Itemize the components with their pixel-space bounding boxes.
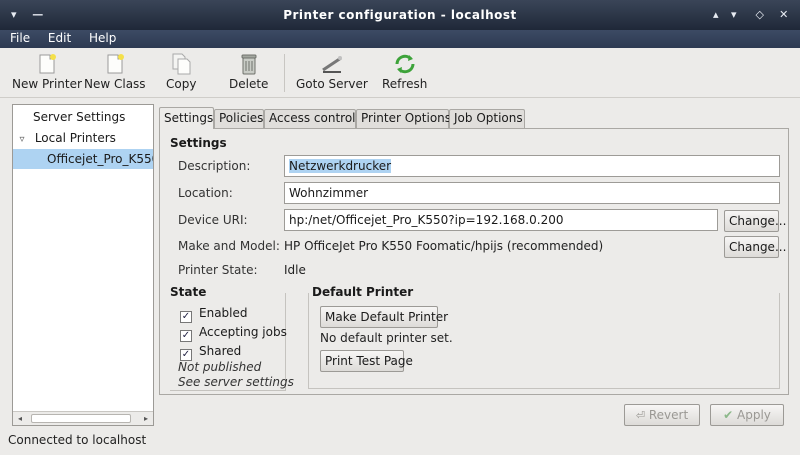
accepting-check-icon: ✓	[180, 330, 192, 342]
maximize-icon[interactable]: ◇	[752, 7, 768, 23]
menu-help[interactable]: Help	[89, 30, 116, 45]
menu-file[interactable]: File	[10, 30, 30, 45]
copy-button[interactable]: Copy	[166, 52, 196, 91]
enabled-checkbox[interactable]: ✓ Enabled	[180, 306, 248, 323]
revert-button[interactable]: ⏎ Revert	[624, 404, 700, 426]
settings-panel: Settings Description: Netzwerkdrucker Lo…	[159, 128, 789, 395]
printer-state-value: Idle	[284, 263, 306, 277]
title-bar: ▾ — Printer configuration - localhost ▴ …	[0, 0, 800, 30]
delete-button[interactable]: Delete	[229, 52, 268, 91]
tree-horizontal-scrollbar[interactable]: ◂ ▸	[13, 411, 153, 425]
device-uri-field[interactable]: hp:/net/Officejet_Pro_K550?ip=192.168.0.…	[284, 209, 718, 231]
new-class-button[interactable]: New Class	[84, 52, 146, 91]
location-label: Location:	[178, 186, 233, 200]
refresh-button[interactable]: Refresh	[382, 52, 427, 91]
tab-job-options[interactable]: Job Options	[449, 109, 525, 128]
menu-edit[interactable]: Edit	[48, 30, 71, 45]
scrollbar-thumb[interactable]	[31, 414, 131, 423]
revert-label: Revert	[648, 408, 689, 422]
accepting-jobs-label: Accepting jobs	[199, 325, 287, 339]
device-uri-label: Device URI:	[178, 213, 248, 227]
change-model-button[interactable]: Change...	[724, 236, 786, 258]
tree-item-server-settings[interactable]: Server Settings	[13, 107, 153, 127]
minimize-icon[interactable]: ▾	[726, 7, 742, 23]
tab-settings[interactable]: Settings	[159, 107, 214, 129]
see-server-settings-text: See server settings	[178, 375, 294, 389]
revert-icon: ⏎	[635, 409, 646, 422]
status-bar: Connected to localhost	[8, 433, 147, 447]
copy-icon	[172, 53, 191, 75]
shade-icon[interactable]: ▴	[708, 7, 724, 23]
printer-tree: Server Settings ▿ Local Printers Officej…	[12, 104, 154, 426]
tab-policies[interactable]: Policies	[214, 109, 264, 128]
not-published-text: Not published	[178, 360, 262, 374]
change-uri-button[interactable]: Change...	[724, 210, 786, 232]
toolbar: New Printer New Class Copy Delete Goto S	[0, 48, 800, 98]
enabled-label: Enabled	[199, 306, 248, 320]
tab-printer-options[interactable]: Printer Options	[356, 109, 451, 128]
tree-label-local-printers: Local Printers	[34, 131, 116, 145]
apply-check-icon: ✔	[723, 408, 734, 422]
shared-checkbox[interactable]: ✓ Shared	[180, 344, 241, 361]
make-model-label: Make and Model:	[178, 239, 280, 253]
new-printer-button[interactable]: New Printer	[12, 52, 82, 91]
make-default-button[interactable]: Make Default Printer	[320, 306, 448, 328]
new-class-icon	[107, 54, 124, 74]
apply-label: Apply	[737, 408, 771, 422]
goto-server-icon	[322, 56, 342, 73]
description-field[interactable]: Netzwerkdrucker	[284, 155, 780, 177]
tree-item-printer[interactable]: Officejet_Pro_K550	[13, 149, 153, 169]
shared-label: Shared	[199, 344, 242, 358]
close-icon[interactable]: ✕	[776, 7, 792, 23]
accepting-jobs-checkbox[interactable]: ✓ Accepting jobs	[180, 325, 287, 342]
make-model-value: HP OfficeJet Pro K550 Foomatic/hpijs (re…	[284, 239, 604, 253]
new-printer-icon	[39, 54, 56, 74]
print-test-page-button[interactable]: Print Test Page	[320, 350, 413, 372]
enabled-check-icon: ✓	[180, 311, 192, 323]
expander-icon[interactable]: ▿	[13, 130, 31, 148]
toolbar-separator	[284, 54, 285, 92]
printer-state-label: Printer State:	[178, 263, 258, 277]
menu-bar: File Edit Help	[0, 30, 800, 48]
settings-heading: Settings	[170, 136, 227, 150]
scroll-right-icon[interactable]: ▸	[141, 413, 151, 424]
description-label: Description:	[178, 159, 251, 173]
description-value: Netzwerkdrucker	[289, 159, 392, 173]
apply-button[interactable]: ✔ Apply	[710, 404, 784, 426]
window-title: Printer configuration - localhost	[283, 8, 517, 22]
trash-icon	[241, 54, 257, 75]
default-printer-status: No default printer set.	[320, 331, 453, 345]
goto-server-button[interactable]: Goto Server	[296, 52, 368, 91]
refresh-icon	[395, 54, 415, 74]
tab-access-control[interactable]: Access control	[264, 109, 356, 128]
tree-item-local-printers[interactable]: ▿ Local Printers	[13, 128, 153, 148]
scroll-left-icon[interactable]: ◂	[15, 413, 25, 424]
location-field[interactable]: Wohnzimmer	[284, 182, 780, 204]
